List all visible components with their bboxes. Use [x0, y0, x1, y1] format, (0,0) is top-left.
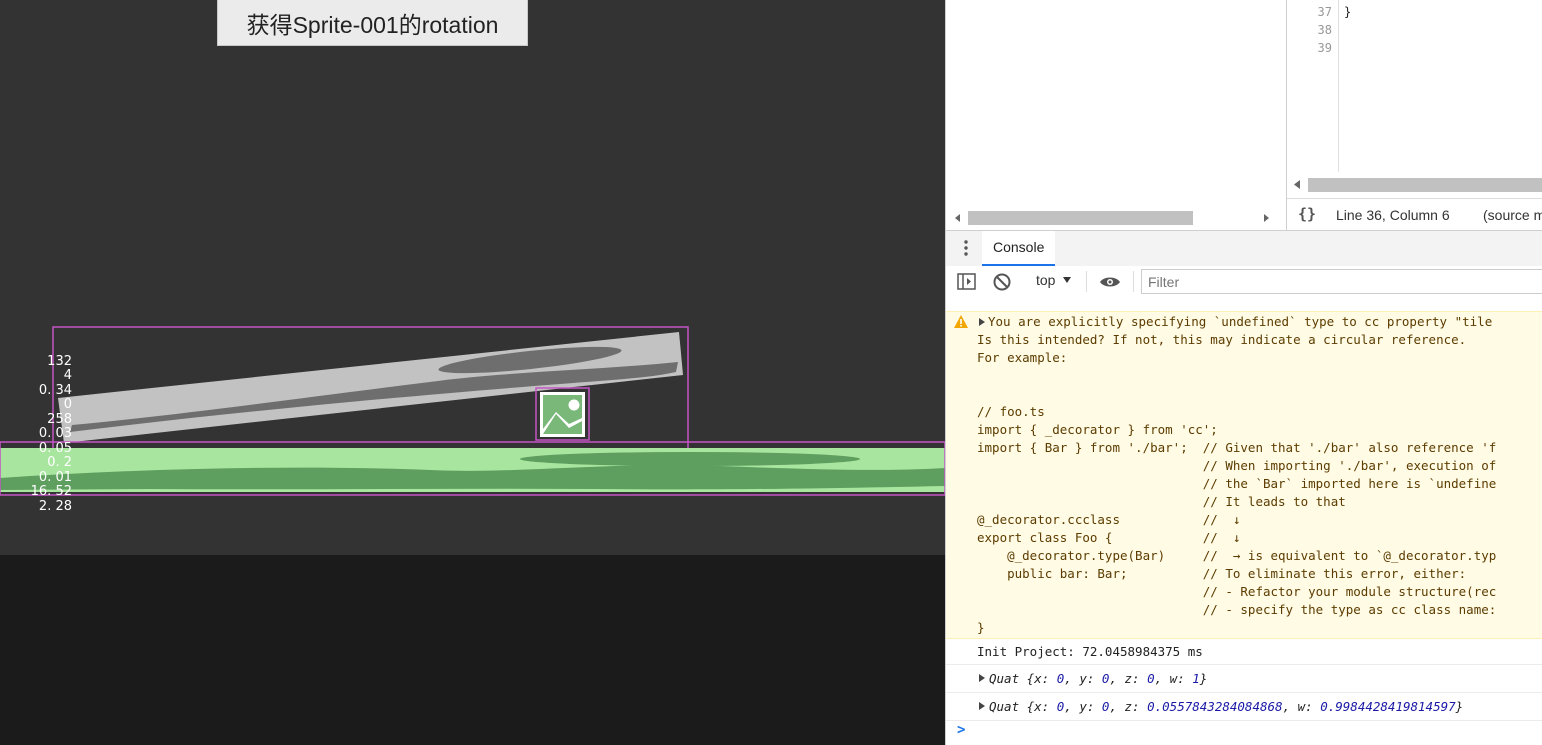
console-toolbar: top: [946, 266, 1542, 298]
quat-object[interactable]: Quat {x: 0, y: 0, z: 0.0557843284084868,…: [979, 699, 1463, 714]
dropdown-arrow-icon: [1063, 277, 1072, 283]
line-number: 37: [1317, 5, 1332, 19]
context-selector[interactable]: top: [1036, 272, 1072, 288]
expand-arrow-icon[interactable]: [979, 318, 985, 326]
more-options-icon[interactable]: [964, 239, 968, 257]
warning-line: export class Foo { // ↓: [977, 530, 1241, 545]
warning-line: // - specify the type as cc class name:: [977, 602, 1497, 617]
scrollbar-thumb: [968, 211, 1193, 225]
scroll-left-arrow-icon: [1294, 180, 1300, 189]
source-map-label[interactable]: (source m: [1483, 207, 1542, 223]
editor-horizontal-scrollbar[interactable]: [1287, 172, 1542, 197]
live-expression-eye-icon[interactable]: [1099, 275, 1121, 289]
warning-line: @_decorator.ccclass // ↓: [977, 512, 1241, 527]
init-project-text: Init Project: 72.0458984375 ms: [977, 644, 1203, 659]
warning-line: For example:: [977, 350, 1068, 365]
line-number: 39: [1317, 41, 1332, 55]
warning-line: // - Refactor your module structure(rec: [977, 584, 1497, 599]
log-message[interactable]: Quat {x: 0, y: 0, z: 0, w: 1}: [946, 665, 1542, 693]
stat-value: 0. 03: [38, 426, 72, 441]
code-editor[interactable]: 37 38 39 } {} Line 36, Column 6 (source …: [1286, 0, 1542, 230]
stat-value: 0: [63, 397, 72, 412]
warning-line: // When importing './bar', execution of: [977, 458, 1497, 473]
warning-line: }: [977, 620, 985, 635]
image-sprite[interactable]: [535, 387, 590, 441]
console-prompt[interactable]: >: [946, 721, 1542, 745]
stat-value: 0. 01: [38, 470, 72, 485]
scroll-right-arrow-icon: [1264, 214, 1269, 222]
stat-value: 0. 34: [38, 383, 72, 398]
stat-value: 4: [63, 368, 72, 383]
tab-console[interactable]: Console: [982, 231, 1056, 266]
warning-line: Is this intended? If not, this may indic…: [977, 332, 1467, 347]
pretty-print-icon[interactable]: {}: [1298, 205, 1316, 223]
line-number: 38: [1317, 23, 1332, 37]
warning-line: // It leads to that: [977, 494, 1346, 509]
warning-line: @_decorator.type(Bar) // → is equivalent…: [977, 548, 1497, 563]
warning-icon: [954, 315, 968, 328]
stat-value: 0. 05: [38, 441, 72, 456]
warning-line: import { Bar } from './bar'; // Given th…: [977, 440, 1497, 455]
tab-console-label: Console: [993, 239, 1045, 255]
expand-arrow-icon[interactable]: [979, 674, 985, 682]
scroll-left-arrow-icon: [955, 214, 960, 222]
log-message[interactable]: Init Project: 72.0458984375 ms: [946, 638, 1542, 665]
stat-value: 258: [47, 412, 72, 427]
sidebar-toggle-icon[interactable]: [957, 273, 977, 291]
warning-line: import { _decorator } from 'cc';: [977, 422, 1218, 437]
warning-line: public bar: Bar; // To eliminate this er…: [977, 566, 1467, 581]
sources-navigator: [946, 0, 1286, 230]
toolbar-divider: [1086, 271, 1087, 292]
warning-line: You are explicitly specifying `undefined…: [988, 314, 1493, 329]
scrollbar-thumb: [1308, 178, 1542, 192]
log-message[interactable]: Quat {x: 0, y: 0, z: 0.0557843284084868,…: [946, 693, 1542, 721]
game-scene: [0, 326, 945, 496]
devtools-panel: 37 38 39 } {} Line 36, Column 6 (source …: [945, 0, 1542, 745]
drawer-tab-bar: Console: [946, 230, 1542, 267]
ground-sprite[interactable]: [0, 448, 945, 492]
warning-message[interactable]: You are explicitly specifying `undefined…: [946, 311, 1542, 639]
game-bottom-area: [0, 555, 945, 745]
console-filter-input[interactable]: [1141, 269, 1542, 294]
stat-value: 0. 2: [47, 455, 72, 470]
stat-value: 132: [47, 354, 72, 369]
get-rotation-button[interactable]: 获得Sprite-001的rotation: [217, 0, 528, 46]
clear-console-icon[interactable]: [992, 272, 1012, 292]
console-messages[interactable]: You are explicitly specifying `undefined…: [946, 297, 1542, 745]
warning-line: // the `Bar` imported here is `undefine: [977, 476, 1497, 491]
context-label: top: [1036, 272, 1056, 288]
game-view[interactable]: 获得Sprite-001的rotation 132 4 0. 34 0 258 …: [0, 0, 945, 555]
navigator-horizontal-scrollbar[interactable]: [952, 208, 1272, 228]
cursor-position: Line 36, Column 6: [1336, 207, 1450, 223]
stat-value: 2. 28: [38, 499, 72, 514]
expand-arrow-icon[interactable]: [979, 702, 985, 710]
clipped-previous-message: [977, 297, 1097, 300]
code-line: }: [1344, 5, 1352, 19]
editor-status-bar: {} Line 36, Column 6 (source m: [1287, 198, 1542, 231]
prompt-chevron-icon: >: [957, 722, 966, 738]
line-gutter: 37 38 39: [1287, 0, 1339, 172]
stat-value: 16. 52: [30, 484, 72, 499]
toolbar-divider: [1133, 271, 1134, 292]
warning-line: // foo.ts: [977, 404, 1045, 419]
quat-object[interactable]: Quat {x: 0, y: 0, z: 0, w: 1}: [979, 671, 1207, 686]
